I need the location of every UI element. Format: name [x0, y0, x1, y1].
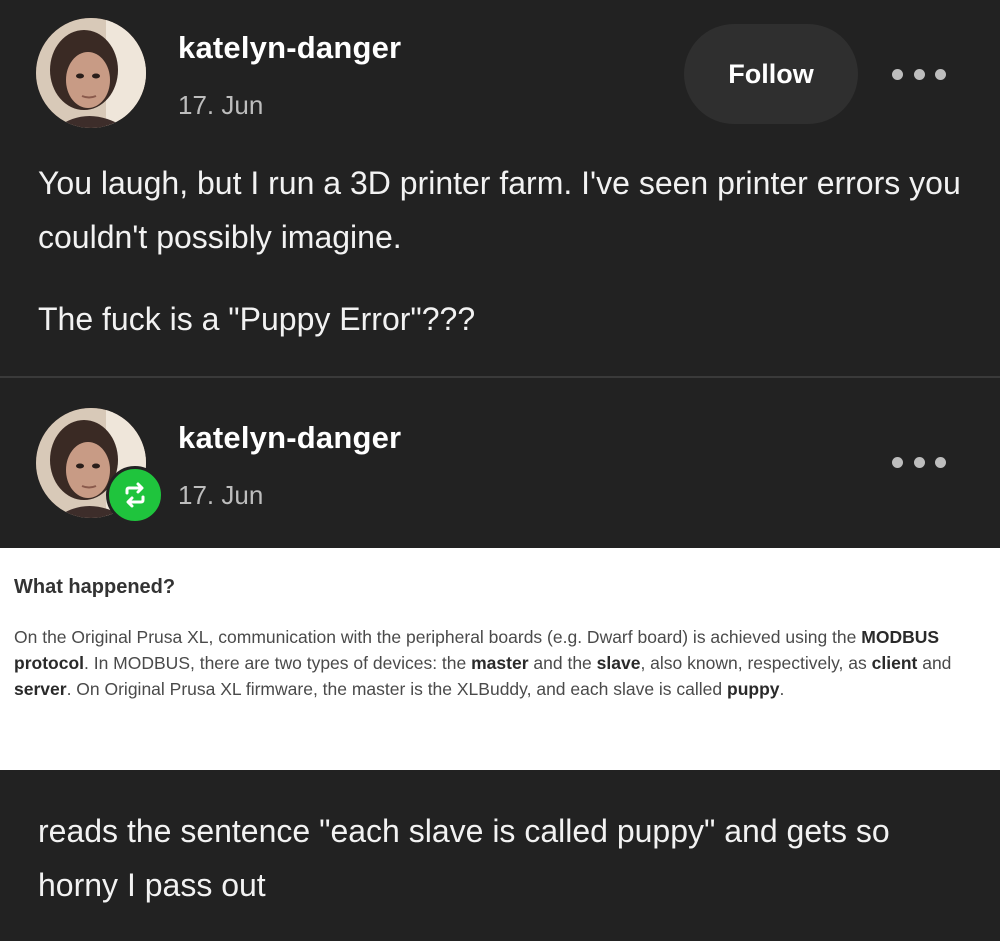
- panel-heading: What happened?: [14, 576, 176, 598]
- post-date: 17. Jun: [178, 480, 264, 510]
- more-options-button[interactable]: [892, 62, 946, 86]
- text-span: On the Original Prusa XL, communication …: [14, 627, 862, 647]
- post-header: katelyn-danger 17. Jun Follow: [0, 0, 1000, 128]
- text-span: . On Original Prusa XL firmware, the mas…: [66, 679, 728, 699]
- bold-term: puppy: [727, 679, 780, 699]
- text-span: .: [779, 679, 785, 699]
- more-dot-icon: [913, 456, 925, 468]
- tumblr-post-thread: katelyn-danger 17. Jun Follow You laugh,…: [0, 0, 1000, 941]
- post-body-paragraph: You laugh, but I run a 3D printer farm. …: [38, 165, 961, 255]
- bold-term: master: [471, 653, 529, 673]
- reblog-comment: reads the sentence "each slave is called…: [38, 813, 890, 903]
- more-options-button[interactable]: [892, 450, 946, 474]
- post-date: 17. Jun: [178, 90, 264, 120]
- more-dot-icon: [913, 68, 925, 80]
- more-dot-icon: [892, 456, 903, 468]
- embedded-documentation-screenshot: What happened? On the Original Prusa XL,…: [0, 548, 1000, 770]
- avatar-image: [36, 18, 146, 128]
- username[interactable]: katelyn-danger: [178, 30, 401, 66]
- more-dot-icon: [892, 68, 903, 80]
- text-span: , also known, respectively, as: [640, 653, 872, 673]
- post-divider: [0, 376, 1000, 378]
- panel-body-text: On the Original Prusa XL, communication …: [14, 624, 986, 702]
- more-dot-icon: [935, 68, 946, 80]
- follow-button[interactable]: Follow: [684, 24, 858, 124]
- text-span: . In MODBUS, there are two types of devi…: [84, 653, 472, 673]
- avatar[interactable]: [36, 18, 146, 128]
- reblog-icon: [106, 466, 164, 524]
- bold-term: server: [14, 679, 67, 699]
- post-body-paragraph: The fuck is a "Puppy Error"???: [38, 301, 476, 337]
- text-span: and: [917, 653, 952, 673]
- more-dot-icon: [935, 456, 946, 468]
- username[interactable]: katelyn-danger: [178, 420, 401, 456]
- text-span: and the: [528, 653, 597, 673]
- bold-term: slave: [596, 653, 641, 673]
- bold-term: client: [871, 653, 918, 673]
